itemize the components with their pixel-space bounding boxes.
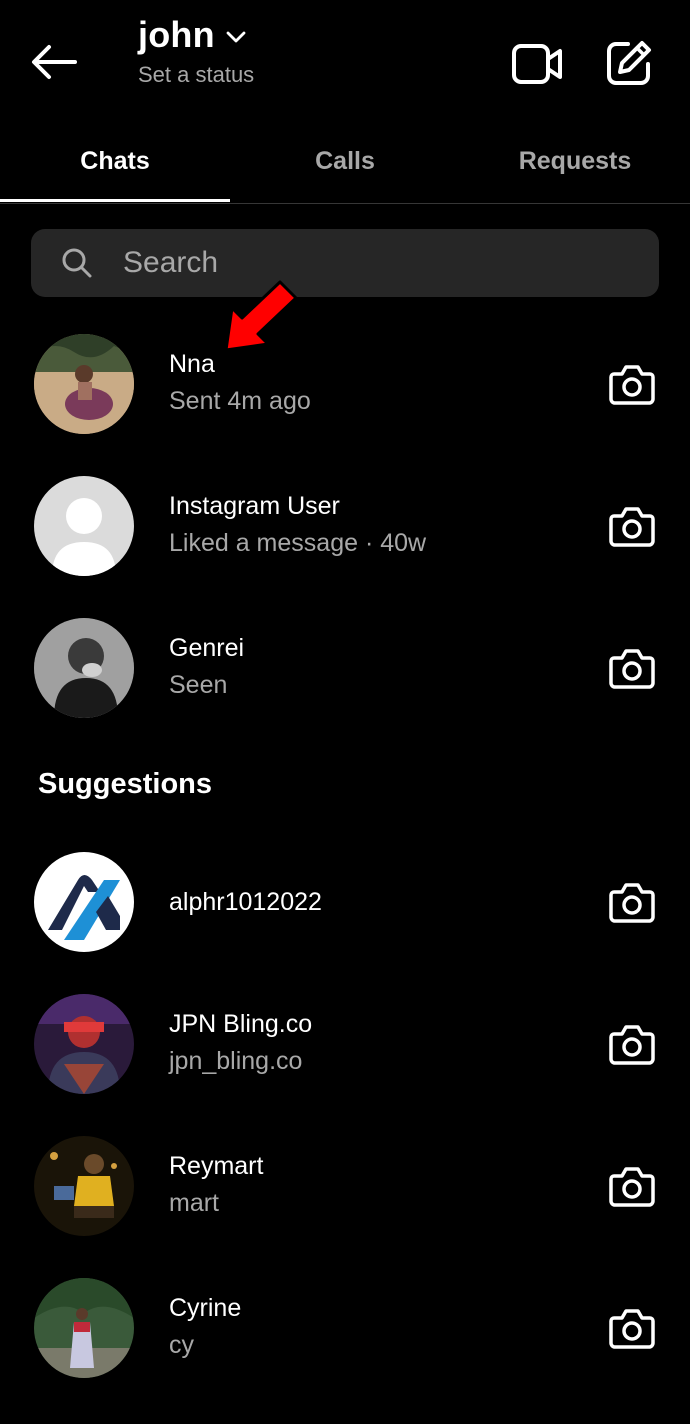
contact-name: JPN Bling.co: [169, 1010, 313, 1038]
camera-icon: [609, 883, 655, 923]
avatar: [34, 476, 134, 576]
camera-button[interactable]: [608, 880, 656, 924]
suggestion-row-jpn-bling[interactable]: JPN Bling.co jpn_bling.co: [0, 984, 690, 1104]
camera-button[interactable]: [608, 504, 656, 548]
camera-button[interactable]: [608, 1022, 656, 1066]
camera-icon: [609, 365, 655, 405]
search-input[interactable]: [123, 246, 603, 280]
camera-icon: [609, 507, 655, 547]
new-message-button[interactable]: [604, 38, 654, 88]
camera-icon: [609, 1025, 655, 1065]
username-title: john: [138, 14, 215, 55]
message-status: Seen: [169, 671, 228, 699]
camera-button[interactable]: [608, 362, 656, 406]
tab-calls[interactable]: Calls: [230, 120, 460, 202]
camera-icon: [609, 1167, 655, 1207]
suggestion-row-cyrine[interactable]: Cyrine cy: [0, 1268, 690, 1388]
suggestion-row-alphr1012022[interactable]: alphr1012022: [0, 842, 690, 962]
suggestion-row-reymart[interactable]: Reymart mart: [0, 1126, 690, 1246]
avatar: [34, 852, 134, 952]
contact-name: Reymart: [169, 1152, 264, 1180]
back-button[interactable]: [28, 38, 80, 86]
contact-username: cy: [169, 1331, 194, 1359]
camera-button[interactable]: [608, 646, 656, 690]
tab-chats[interactable]: Chats: [0, 120, 230, 202]
avatar: [34, 618, 134, 718]
suggestions-heading: Suggestions: [38, 768, 213, 800]
compose-icon: [607, 41, 651, 85]
camera-button[interactable]: [608, 1306, 656, 1350]
top-bar: john Set a status: [0, 0, 690, 120]
contact-name: Genrei: [169, 634, 245, 662]
search-icon: [62, 248, 92, 278]
video-camera-icon: [512, 44, 562, 84]
contact-username: jpn_bling.co: [169, 1047, 303, 1075]
contact-name: Instagram User: [169, 492, 340, 520]
active-tab-indicator: [0, 199, 230, 202]
avatar: [34, 334, 134, 434]
camera-icon: [609, 1309, 655, 1349]
message-status: Liked a message · 40w: [169, 529, 427, 557]
tab-requests[interactable]: Requests: [460, 120, 690, 202]
contact-name: alphr1012022: [169, 888, 322, 916]
contact-name: Cyrine: [169, 1294, 242, 1322]
camera-icon: [609, 649, 655, 689]
arrow-left-icon: [32, 45, 77, 79]
message-status: Sent 4m ago: [169, 387, 311, 415]
avatar: [34, 1278, 134, 1378]
chat-row-nna[interactable]: Nna Sent 4m ago: [0, 324, 690, 444]
contact-username: mart: [169, 1189, 219, 1217]
inbox-tabs: Chats Calls Requests: [0, 120, 690, 204]
avatar: [34, 994, 134, 1094]
direct-messages-screen: john Set a status Chats Calls Requests S…: [0, 0, 690, 1424]
account-switcher[interactable]: john Set a status: [138, 14, 254, 88]
chat-row-genrei[interactable]: Genrei Seen: [0, 608, 690, 728]
chevron-down-icon: [226, 31, 246, 43]
alphr-logo: [34, 852, 134, 952]
set-status-link[interactable]: Set a status: [138, 62, 254, 88]
annotation-arrow-icon: [224, 280, 298, 352]
video-call-button[interactable]: [510, 40, 564, 88]
search-bar[interactable]: [31, 229, 659, 297]
camera-button[interactable]: [608, 1164, 656, 1208]
avatar: [34, 1136, 134, 1236]
chat-row-instagram-user[interactable]: Instagram User Liked a message · 40w: [0, 466, 690, 586]
